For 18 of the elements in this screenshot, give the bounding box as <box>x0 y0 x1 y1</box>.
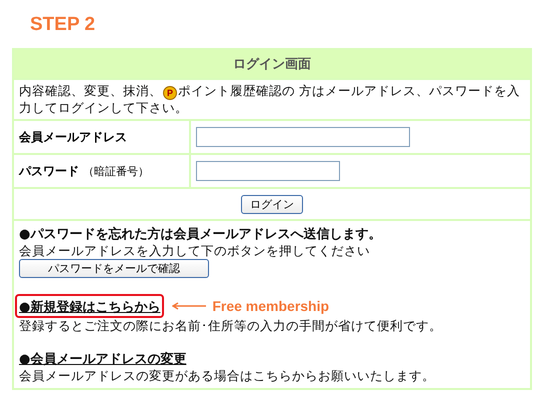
field-label: パスワード <box>19 162 79 180</box>
heading-link[interactable]: ●会員メールアドレスの変更 <box>19 350 186 368</box>
callout-text: Free membership <box>212 298 330 314</box>
field-note: （暗証番号） <box>83 164 149 178</box>
intro-text: 内容確認、変更、抹消、 P ポイント履歴確認の 方はメールアドレス、パスワードを入力してログインして下さい。 <box>18 82 521 117</box>
section-text: 登録するとご注文の際にお名前･住所等の入力の手間が省けて便利です。 <box>19 318 442 334</box>
arrow-icon <box>172 302 206 310</box>
step-title: STEP 2 <box>30 14 96 36</box>
section-text: 会員メールアドレスを入力して下のボタンを押してください <box>19 243 370 259</box>
section-heading: ●パスワードを忘れた方は会員メールアドレスへ送信します。 <box>19 226 382 243</box>
input-field[interactable] <box>196 161 340 181</box>
input-field[interactable] <box>196 127 410 147</box>
field-label: 会員メールアドレス <box>19 128 127 146</box>
panel-title: ログイン画面 <box>14 50 530 78</box>
section-text: 会員メールアドレスの変更がある場合はこちらからお願いいたします。 <box>19 368 435 384</box>
heading-link[interactable]: ●新規登録はこちらから <box>19 300 160 315</box>
send-password-button[interactable]: パスワードをメールで確認 <box>19 259 209 278</box>
login-button[interactable]: ログイン <box>241 195 303 214</box>
